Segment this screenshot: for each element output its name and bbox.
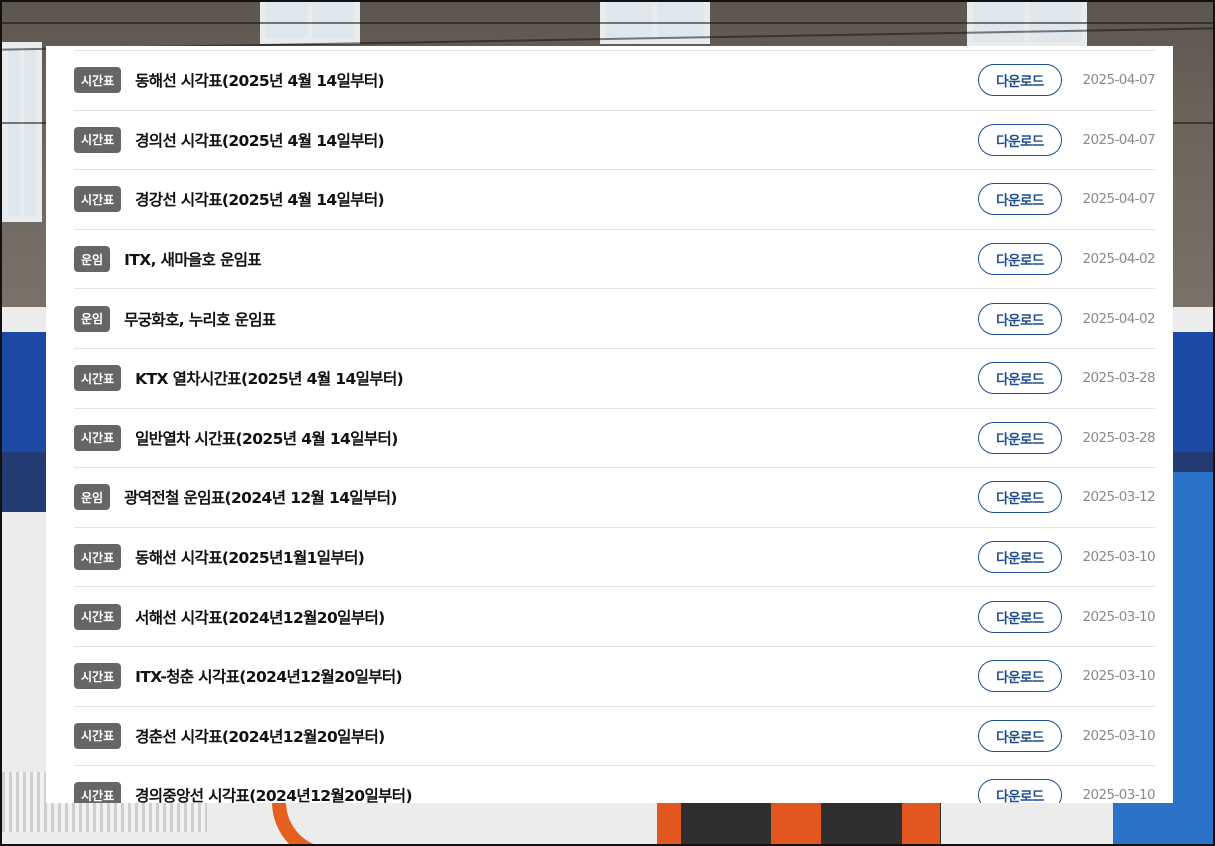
category-badge: 시간표 (74, 67, 122, 94)
item-title[interactable]: ITX, 새마을호 운임표 (124, 248, 978, 270)
download-button[interactable]: 다운로드 (978, 64, 1062, 97)
list-item: 시간표 동해선 시각표(2025년 4월 14일부터) 다운로드 2025-04-07 (74, 51, 1156, 111)
list-item: 시간표 KTX 열차시간표(2025년 4월 14일부터) 다운로드 2025-03-… (74, 349, 1156, 409)
download-button[interactable]: 다운로드 (978, 660, 1062, 693)
item-title[interactable]: ITX-청춘 시각표(2024년12월20일부터) (135, 665, 978, 687)
list-item: 운임 ITX, 새마을호 운임표 다운로드 2025-04-02 (74, 230, 1156, 290)
category-badge: 시간표 (74, 663, 122, 690)
download-button[interactable]: 다운로드 (978, 362, 1062, 395)
list-item: 시간표 ITX-청춘 시각표(2024년12월20일부터) 다운로드 2025-03-… (74, 647, 1156, 707)
download-button[interactable]: 다운로드 (978, 243, 1062, 276)
post-date: 2025-04-07 (1082, 131, 1156, 148)
category-badge: 시간표 (74, 782, 122, 803)
list-item: 시간표 경강선 시각표(2025년 4월 14일부터) 다운로드 2025-04-07 (74, 170, 1156, 230)
download-button[interactable]: 다운로드 (978, 779, 1062, 803)
item-title[interactable]: 동해선 시각표(2025년1월1일부터) (135, 546, 978, 568)
download-button[interactable]: 다운로드 (978, 302, 1062, 335)
download-button[interactable]: 다운로드 (978, 719, 1062, 752)
category-badge: 운임 (74, 305, 111, 332)
window (967, 2, 1087, 48)
post-date: 2025-04-02 (1082, 310, 1156, 327)
list-item: 운임 광역전철 운임표(2024년 12월 14일부터) 다운로드 2025-03-1… (74, 468, 1156, 528)
category-badge: 시간표 (74, 365, 122, 392)
list-item: 시간표 경춘선 시각표(2024년12월20일부터) 다운로드 2025-03-10 (74, 707, 1156, 767)
download-button[interactable]: 다운로드 (978, 421, 1062, 454)
download-button[interactable]: 다운로드 (978, 541, 1062, 574)
post-date: 2025-03-28 (1082, 429, 1156, 446)
download-button[interactable]: 다운로드 (978, 600, 1062, 633)
item-title[interactable]: 경의중앙선 시각표(2024년12월20일부터) (135, 784, 978, 803)
item-title[interactable]: 광역전철 운임표(2024년 12월 14일부터) (124, 486, 978, 508)
post-date: 2025-03-28 (1082, 370, 1156, 387)
item-title[interactable]: 일반열차 시간표(2025년 4월 14일부터) (135, 427, 978, 449)
category-badge: 시간표 (74, 603, 122, 630)
category-badge: 시간표 (74, 722, 122, 749)
download-button[interactable]: 다운로드 (978, 183, 1062, 216)
item-title[interactable]: 동해선 시각표(2025년 4월 14일부터) (135, 69, 978, 91)
item-title[interactable]: 무궁화호, 누리호 운임표 (124, 308, 978, 330)
category-badge: 운임 (74, 484, 111, 511)
download-button[interactable]: 다운로드 (978, 481, 1062, 514)
window (2, 42, 42, 222)
post-date: 2025-03-12 (1082, 489, 1156, 506)
item-title[interactable]: 경강선 시각표(2025년 4월 14일부터) (135, 188, 978, 210)
category-badge: 시간표 (74, 186, 122, 213)
category-badge: 시간표 (74, 544, 122, 571)
list-item: 시간표 일반열차 시간표(2025년 4월 14일부터) 다운로드 2025-03-2… (74, 409, 1156, 469)
list-item: 시간표 경의선 시각표(2025년 4월 14일부터) 다운로드 2025-04-07 (74, 111, 1156, 171)
post-date: 2025-03-10 (1082, 727, 1156, 744)
download-button[interactable]: 다운로드 (978, 123, 1062, 156)
list-item: 시간표 동해선 시각표(2025년1월1일부터) 다운로드 2025-03-10 (74, 528, 1156, 588)
item-title[interactable]: 경춘선 시각표(2024년12월20일부터) (135, 725, 978, 747)
post-date: 2025-04-07 (1082, 191, 1156, 208)
download-list: 시간표 동해선 시각표(2025년 4월 14일부터) 다운로드 2025-04-07… (74, 50, 1156, 803)
post-date: 2025-04-02 (1082, 251, 1156, 268)
post-date: 2025-03-10 (1082, 549, 1156, 566)
category-badge: 운임 (74, 246, 111, 273)
list-item: 시간표 서해선 시각표(2024년12월20일부터) 다운로드 2025-03-10 (74, 587, 1156, 647)
post-date: 2025-03-10 (1082, 608, 1156, 625)
category-badge: 시간표 (74, 126, 122, 153)
list-item: 운임 무궁화호, 누리호 운임표 다운로드 2025-04-02 (74, 289, 1156, 349)
download-panel: 시간표 동해선 시각표(2025년 4월 14일부터) 다운로드 2025-04-07… (46, 46, 1173, 803)
item-title[interactable]: KTX 열차시간표(2025년 4월 14일부터) (135, 367, 978, 389)
item-title[interactable]: 서해선 시각표(2024년12월20일부터) (135, 606, 978, 628)
list-item: 시간표 경의중앙선 시각표(2024년12월20일부터) 다운로드 2025-03-1… (74, 766, 1156, 803)
post-date: 2025-03-10 (1082, 787, 1156, 803)
post-date: 2025-03-10 (1082, 668, 1156, 685)
category-badge: 시간표 (74, 424, 122, 451)
post-date: 2025-04-07 (1082, 72, 1156, 89)
item-title[interactable]: 경의선 시각표(2025년 4월 14일부터) (135, 129, 978, 151)
